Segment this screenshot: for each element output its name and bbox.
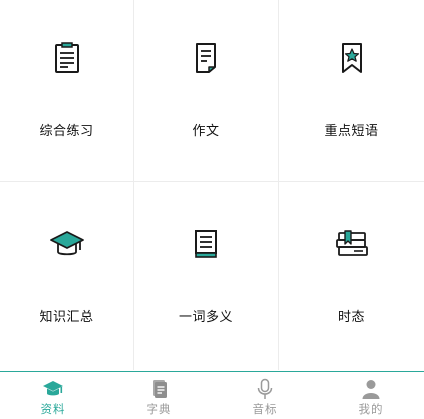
tab-label: 字典 <box>146 402 172 416</box>
tab-materials[interactable]: 资料 <box>0 372 106 419</box>
grid-item-key-phrases[interactable]: 重点短语 <box>279 0 424 182</box>
tab-label: 我的 <box>358 402 384 416</box>
grid-item-label: 重点短语 <box>324 124 379 139</box>
graduation-cap-icon <box>43 381 63 396</box>
grid-item-label: 作文 <box>192 124 220 139</box>
bottom-tab-bar: 资料 字典 音标 我的 <box>0 371 424 419</box>
grid-item-comprehensive-practice[interactable]: 综合练习 <box>0 0 134 182</box>
grid-item-label: 知识汇总 <box>39 310 94 325</box>
feature-grid: 综合练习 作文 重点短语 知识汇总 一词多义 时态 <box>0 0 424 370</box>
tab-mine[interactable]: 我的 <box>318 372 424 419</box>
tab-label: 资料 <box>40 402 66 416</box>
bookmark-star-icon <box>341 43 362 73</box>
microphone-icon <box>257 378 273 399</box>
graduation-cap-icon <box>49 231 84 256</box>
grid-item-tense[interactable]: 时态 <box>279 182 424 370</box>
book-stack-icon <box>335 230 368 256</box>
grid-item-composition[interactable]: 作文 <box>134 0 279 182</box>
tab-dictionary[interactable]: 字典 <box>106 372 212 419</box>
grid-item-polysemy[interactable]: 一词多义 <box>134 182 279 370</box>
book-icon <box>195 230 217 258</box>
grid-item-label: 时态 <box>337 310 365 325</box>
grid-item-label: 综合练习 <box>39 124 94 139</box>
grid-item-label: 一词多义 <box>178 310 233 325</box>
person-icon <box>362 380 380 399</box>
grid-item-knowledge-summary[interactable]: 知识汇总 <box>0 182 134 370</box>
document-icon <box>196 43 216 73</box>
dictionary-icon <box>153 380 167 398</box>
tab-phonetics[interactable]: 音标 <box>212 372 318 419</box>
tab-label: 音标 <box>252 402 278 416</box>
clipboard-icon <box>54 42 79 73</box>
